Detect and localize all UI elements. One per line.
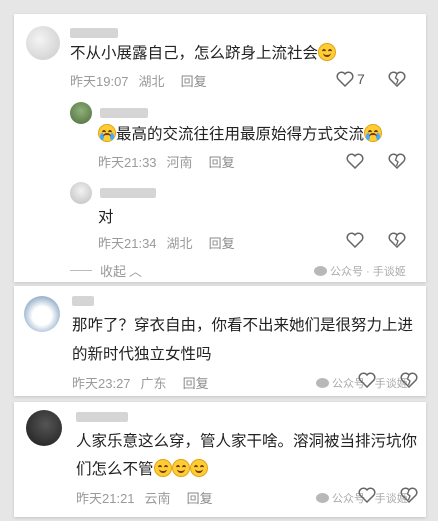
avatar[interactable]	[26, 410, 62, 446]
comment-meta: 昨天19:07 湖北 回复	[70, 71, 207, 90]
comment-text: 们怎么不管	[76, 456, 208, 483]
wechat-icon	[316, 378, 329, 388]
chevron-up-icon: ︿	[129, 264, 143, 279]
location: 广东	[140, 376, 167, 391]
watermark: 公众号 · 手谈姬	[314, 263, 406, 279]
avatar[interactable]	[24, 296, 60, 332]
avatar[interactable]	[70, 102, 92, 124]
comment-text: 那咋了？穿衣自由，你看不出来她们是很努力上进	[72, 317, 414, 334]
crying-emoji	[364, 124, 383, 142]
reply-button[interactable]: 回复	[187, 488, 213, 507]
heart-icon[interactable]	[358, 372, 376, 388]
wechat-icon	[316, 493, 329, 503]
timestamp: 昨天21:33	[98, 155, 157, 170]
comment-text: 人家乐意这么穿，管人家干啥。溶洞被当排污坑你	[76, 433, 418, 450]
collapse-replies-button[interactable]: 收起 ︿	[70, 261, 142, 280]
broken-heart-icon[interactable]	[400, 372, 418, 388]
comment-card: 不从小展露自己，怎么跻身上流社会 昨天19:07 湖北 回复 7 最高的交流往往…	[14, 14, 426, 282]
timestamp: 昨天19:07	[70, 74, 129, 89]
location: 湖北	[138, 74, 165, 89]
comment-meta: 昨天21:21 云南 回复	[76, 488, 213, 507]
crying-emoji	[98, 124, 116, 142]
broken-heart-icon[interactable]	[388, 71, 406, 87]
like-count: 7	[357, 71, 365, 87]
comment-text: 的新时代独立女性吗	[72, 346, 212, 363]
heart-icon[interactable]	[346, 153, 364, 169]
avatar[interactable]	[26, 26, 60, 60]
reply-button[interactable]: 回复	[209, 152, 235, 171]
comment-card: 那咋了？穿衣自由，你看不出来她们是很努力上进 的新时代独立女性吗 昨天23:27…	[14, 286, 426, 396]
comment-text: 不从小展露自己，怎么跻身上流社会	[70, 40, 337, 67]
comment-meta: 昨天23:27 广东 回复	[72, 373, 209, 392]
smile-emoji	[318, 43, 337, 61]
broken-heart-icon[interactable]	[400, 487, 418, 503]
divider	[70, 270, 92, 271]
location: 湖北	[166, 236, 193, 251]
smile-emoji	[153, 459, 172, 477]
username[interactable]	[70, 28, 118, 38]
heart-icon[interactable]	[358, 487, 376, 503]
wechat-icon	[314, 266, 327, 276]
timestamp: 昨天23:27	[72, 376, 131, 391]
reply-meta: 昨天21:33 河南 回复	[98, 152, 235, 171]
reply-button[interactable]: 回复	[181, 71, 207, 90]
avatar[interactable]	[70, 182, 92, 204]
timestamp: 昨天21:34	[98, 236, 157, 251]
username[interactable]	[100, 188, 156, 198]
location: 河南	[166, 155, 193, 170]
heart-icon[interactable]	[336, 71, 354, 87]
heart-icon[interactable]	[346, 232, 364, 248]
broken-heart-icon[interactable]	[388, 153, 406, 169]
reply-text: 对	[98, 209, 114, 226]
username[interactable]	[100, 108, 148, 118]
location: 云南	[144, 491, 171, 506]
smile-emoji	[171, 459, 190, 477]
timestamp: 昨天21:21	[76, 491, 135, 506]
username[interactable]	[76, 412, 128, 422]
broken-heart-icon[interactable]	[388, 232, 406, 248]
reply-text: 最高的交流往往用最原始得方式交流	[98, 121, 383, 148]
reply-button[interactable]: 回复	[209, 233, 235, 252]
reply-button[interactable]: 回复	[183, 373, 209, 392]
reply-meta: 昨天21:34 湖北 回复	[98, 233, 235, 252]
smile-emoji	[189, 459, 208, 477]
username[interactable]	[72, 296, 94, 306]
comment-card: 人家乐意这么穿，管人家干啥。溶洞被当排污坑你 们怎么不管 昨天21:21 云南 …	[14, 402, 426, 517]
